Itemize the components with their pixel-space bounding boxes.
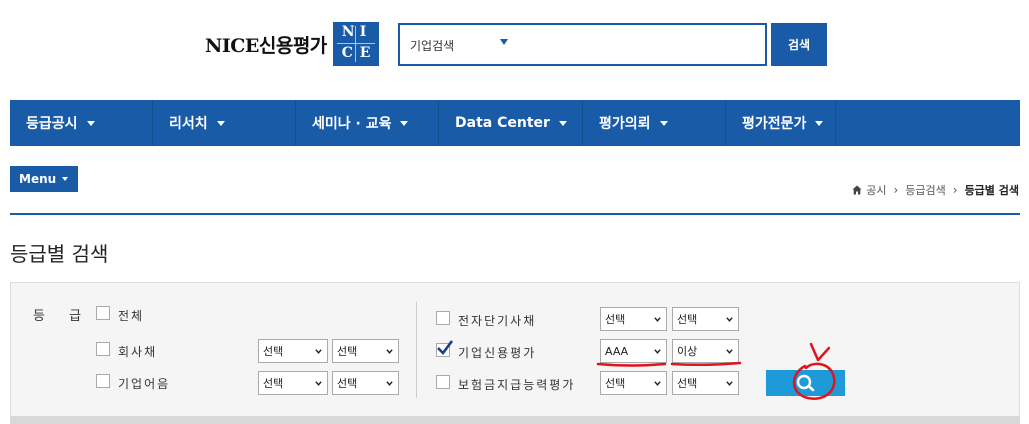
chevron-down-icon [659,120,668,126]
column-divider [416,302,417,398]
logo-text: NICE신용평가 [205,34,327,57]
insurance-payment-from-select[interactable]: 선택 [600,371,667,395]
chevron-down-icon [400,120,409,126]
title-divider [10,213,1020,215]
corporate-credit-rating-from-select[interactable]: AAA [600,339,667,363]
checkbox-commercial-paper-label: 기업어음 [118,377,171,391]
checkbox-all-label: 전체 [118,309,145,323]
breadcrumb-home[interactable]: 공시 [866,182,886,198]
chevron-down-icon [216,120,225,126]
chevron-down-icon[interactable] [500,39,508,45]
checkbox-corporate-credit-rating[interactable] [436,340,454,357]
search-type-select[interactable]: 기업검색 [410,37,454,54]
corporate-bond-to-select[interactable]: 선택 [332,339,399,363]
chevron-down-icon [315,381,322,386]
chevron-down-icon [815,120,824,126]
filter-search-button[interactable] [766,370,845,396]
nav-item-experts[interactable]: 평가전문가 [726,100,836,146]
chevron-down-icon [654,381,661,386]
chevron-down-icon [386,381,393,386]
search-bar: 기업검색 [398,23,767,66]
commercial-paper-to-select[interactable]: 선택 [332,371,399,395]
checkbox-short-term-bond-label: 전자단기사채 [458,314,537,328]
short-term-bond-from-select[interactable]: 선택 [600,307,667,331]
search-icon [796,374,814,392]
chevron-down-icon [315,349,322,354]
search-input[interactable] [530,31,755,59]
home-icon[interactable] [852,185,862,195]
nav-item-rating-request[interactable]: 평가의뢰 [583,100,726,146]
corporate-bond-from-select[interactable]: 선택 [258,339,328,363]
breadcrumb-rating-search[interactable]: 등급검색 [905,182,945,198]
checkbox-short-term-bond[interactable] [436,311,450,325]
checkbox-corporate-bond[interactable] [96,342,110,356]
chevron-down-icon [86,120,95,126]
menu-button[interactable]: Menu [10,166,78,192]
nav-item-disclosure[interactable]: 등급공시 [10,100,153,146]
grade-label: 등 급 [33,309,92,324]
chevron-down-icon [62,177,69,181]
checkbox-corporate-bond-label: 회사채 [118,345,158,359]
insurance-payment-to-select[interactable]: 선택 [672,371,739,395]
nav-item-research[interactable]: 리서치 [153,100,296,146]
chevron-down-icon [386,349,393,354]
page-title: 등급별 검색 [10,242,109,266]
nav-item-seminar[interactable]: 세미나 · 교육 [296,100,439,146]
chevron-right-icon: › [952,183,958,197]
panel-footer [10,416,1020,424]
logo-mark: N I C E [332,22,379,66]
chevron-down-icon [726,317,733,322]
checkbox-insurance-payment-label: 보험금지급능력평가 [458,378,576,392]
nav-item-data-center[interactable]: Data Center [439,100,583,146]
checkbox-commercial-paper[interactable] [96,374,110,388]
breadcrumb-current: 등급별 검색 [964,184,1019,197]
chevron-down-icon [654,349,661,354]
chevron-down-icon [558,120,567,126]
chevron-down-icon [726,381,733,386]
breadcrumb: 공시 › 등급검색 › 등급별 검색 [852,182,1019,198]
chevron-down-icon [726,349,733,354]
site-logo[interactable]: NICE신용평가 N I C E [205,22,379,66]
chevron-down-icon [654,317,661,322]
corporate-credit-rating-to-select[interactable]: 이상 [672,339,739,363]
checkbox-all[interactable] [96,306,110,320]
check-icon [437,340,454,355]
commercial-paper-from-select[interactable]: 선택 [258,371,328,395]
main-nav: 등급공시 리서치 세미나 · 교육 Data Center 평가의뢰 평가전문가 [10,100,1020,146]
chevron-right-icon: › [893,183,899,197]
checkbox-corporate-credit-rating-label: 기업신용평가 [458,346,537,360]
checkbox-insurance-payment[interactable] [436,375,450,389]
search-button[interactable]: 검색 [771,23,827,66]
short-term-bond-to-select[interactable]: 선택 [672,307,739,331]
